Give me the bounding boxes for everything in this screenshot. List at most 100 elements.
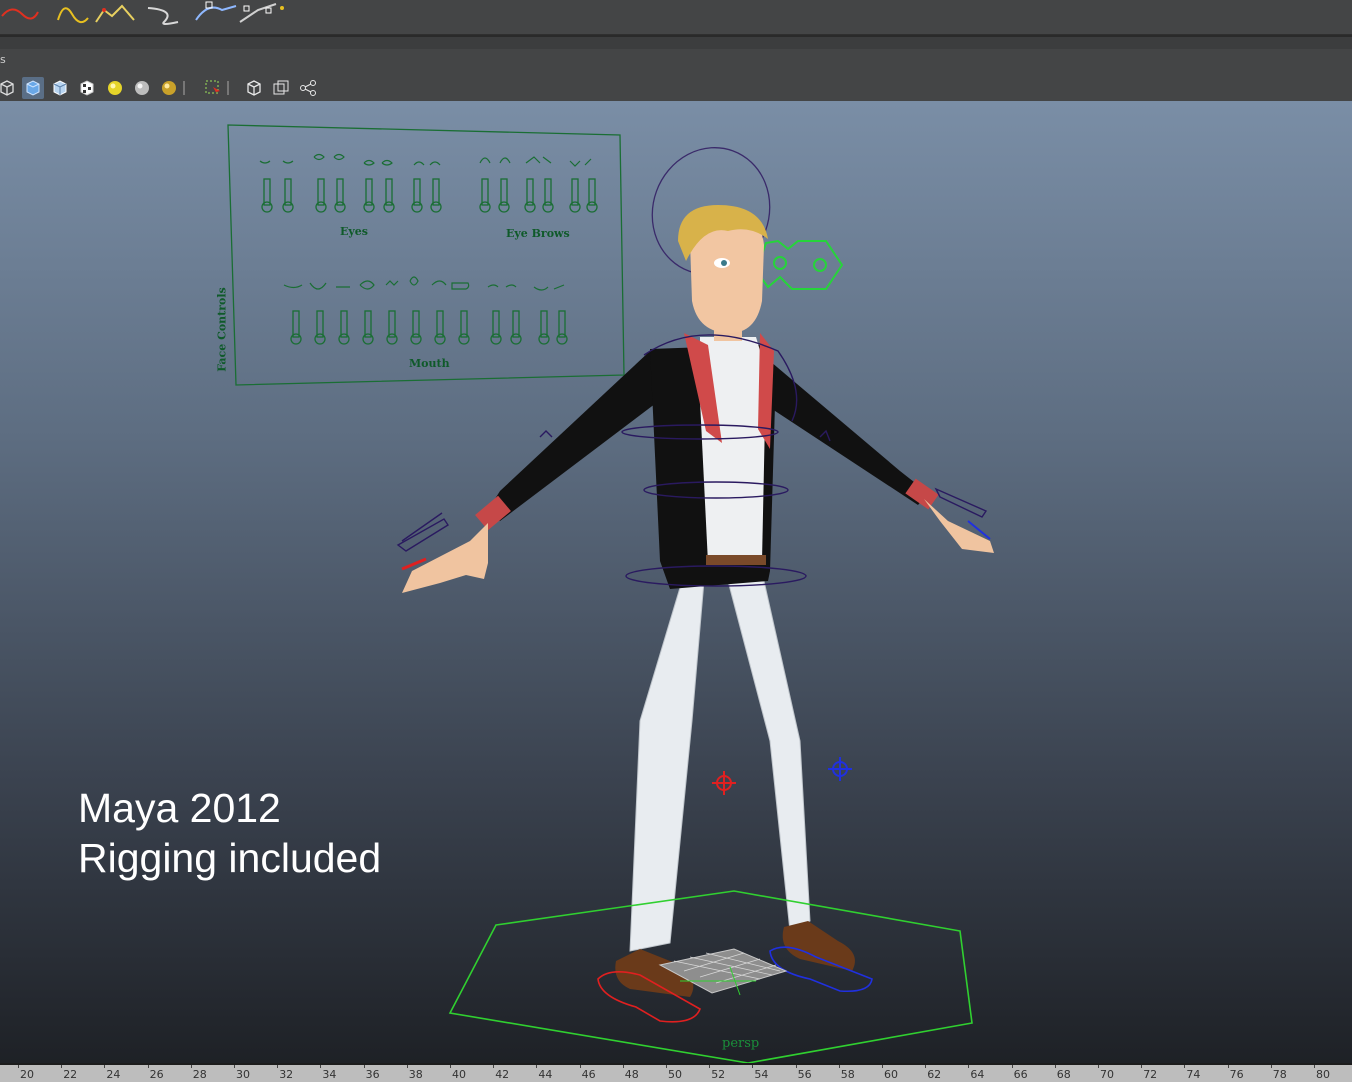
face-slider-handle[interactable] <box>315 201 327 213</box>
face-slider[interactable] <box>263 178 271 206</box>
default-light-icon[interactable] <box>131 77 153 99</box>
face-slider-handle[interactable] <box>430 201 442 213</box>
timeline-tick-label: 58 <box>840 1068 855 1081</box>
face-slider-handle[interactable] <box>338 333 350 345</box>
face-slider[interactable] <box>316 310 324 338</box>
face-slider[interactable] <box>526 178 534 206</box>
face-slider[interactable] <box>388 310 396 338</box>
face-slider-handle[interactable] <box>363 201 375 213</box>
face-slider-handle[interactable] <box>261 201 273 213</box>
bezier-curve-icon[interactable] <box>57 7 89 24</box>
face-slider[interactable] <box>481 178 489 206</box>
overlay-caption-line2: Rigging included <box>78 835 382 881</box>
face-slider-handle[interactable] <box>362 333 374 345</box>
face-slider-handle[interactable] <box>556 333 568 345</box>
timeline-tick-label: 20 <box>20 1068 34 1081</box>
xray-icon[interactable] <box>270 77 292 99</box>
face-slider[interactable] <box>413 178 421 206</box>
face-slider[interactable] <box>460 310 468 338</box>
eye-look-control[interactable] <box>754 239 844 290</box>
face-slider[interactable] <box>317 178 325 206</box>
face-slider[interactable] <box>544 178 552 206</box>
timeline-tick-mark <box>147 1065 149 1068</box>
timeline-tick-mark <box>320 1065 322 1068</box>
face-slider[interactable] <box>385 178 393 206</box>
timeline-tick-label: 24 <box>106 1068 121 1081</box>
textured-icon[interactable] <box>76 77 98 99</box>
timeline-tick-label: 46 <box>581 1068 596 1081</box>
timeline-tick-mark <box>1270 1065 1272 1068</box>
isolate-select-icon[interactable] <box>243 77 265 99</box>
arc-tool-icon[interactable] <box>147 7 179 25</box>
curve-edit-icon[interactable] <box>280 6 284 10</box>
timeline-tick-label: 38 <box>408 1068 423 1081</box>
pencil-curve-icon[interactable] <box>95 4 135 23</box>
toolbar-separator <box>180 77 188 99</box>
wireframe-shading-icon[interactable] <box>0 77 18 99</box>
face-slider-handle[interactable] <box>586 201 598 213</box>
face-slider[interactable] <box>571 178 579 206</box>
smooth-shading-icon[interactable] <box>22 77 44 99</box>
shadows-icon[interactable] <box>158 77 180 99</box>
face-slider-handle[interactable] <box>524 201 536 213</box>
perspective-viewport[interactable]: Eyes Eye Brows Mouth Face Controls Maya … <box>0 101 1352 1063</box>
face-slider-handle[interactable] <box>411 201 423 213</box>
face-slider-handle[interactable] <box>479 201 491 213</box>
face-slider-handle[interactable] <box>498 201 510 213</box>
timeline-tick-label: 72 <box>1143 1068 1158 1081</box>
face-slider-handle[interactable] <box>458 333 470 345</box>
circle-nurbs-icon[interactable] <box>195 1 237 21</box>
face-slider-handle[interactable] <box>334 201 346 213</box>
face-slider[interactable] <box>436 310 444 338</box>
ep-curve-tool-icon[interactable] <box>1 8 39 20</box>
timeline-tick-mark <box>104 1065 106 1068</box>
face-slider[interactable] <box>340 310 348 338</box>
timeline-tick-mark <box>536 1065 538 1068</box>
timeline-tick-label: 54 <box>754 1068 769 1081</box>
face-slider[interactable] <box>336 178 344 206</box>
face-controls-panel[interactable] <box>227 124 625 386</box>
face-slider[interactable] <box>500 178 508 206</box>
face-slider[interactable] <box>588 178 596 206</box>
timeline-tick-mark <box>61 1065 63 1068</box>
timeline-tick-mark <box>190 1065 192 1068</box>
time-slider[interactable]: 20 22 24 26 28 30 32 34 36 38 40 42 44 46 48 50 52 54 56 58… <box>0 1063 1352 1082</box>
face-slider-handle[interactable] <box>538 333 550 345</box>
face-slider[interactable] <box>365 178 373 206</box>
face-slider-handle[interactable] <box>510 333 522 345</box>
face-slider-handle[interactable] <box>569 201 581 213</box>
face-slider-handle[interactable] <box>282 201 294 213</box>
face-slider-handle[interactable] <box>410 333 422 345</box>
joints-xray-icon[interactable] <box>297 77 319 99</box>
timeline-tick-label: 66 <box>1013 1068 1028 1081</box>
timeline-tick-label: 36 <box>365 1068 380 1081</box>
face-slider-handle[interactable] <box>314 333 326 345</box>
face-slider-handle[interactable] <box>290 333 302 345</box>
timeline-tick-mark <box>277 1065 279 1068</box>
face-slider[interactable] <box>492 310 500 338</box>
left-knee-pole-control[interactable] <box>712 771 736 795</box>
face-slider[interactable] <box>432 178 440 206</box>
panel-menu-label[interactable]: s <box>0 53 6 66</box>
use-all-lights-icon[interactable] <box>104 77 126 99</box>
face-slider-handle[interactable] <box>490 333 502 345</box>
face-slider-handle[interactable] <box>542 201 554 213</box>
right-knee-pole-control[interactable] <box>828 757 852 781</box>
face-slider[interactable] <box>364 310 372 338</box>
face-slider[interactable] <box>558 310 566 338</box>
face-slider[interactable] <box>540 310 548 338</box>
select-camera-icon[interactable] <box>202 77 224 99</box>
face-slider[interactable] <box>284 178 292 206</box>
face-slider[interactable] <box>412 310 420 338</box>
timeline-tick-mark <box>18 1065 19 1068</box>
flat-shading-icon[interactable] <box>49 77 71 99</box>
face-slider[interactable] <box>292 310 300 338</box>
toolbar-separator <box>224 77 232 99</box>
square-nurbs-icon[interactable] <box>239 3 277 23</box>
face-slider[interactable] <box>512 310 520 338</box>
timeline-tick-mark <box>666 1065 667 1068</box>
face-slider-handle[interactable] <box>383 201 395 213</box>
character-mesh[interactable] <box>402 205 994 997</box>
face-slider-handle[interactable] <box>434 333 446 345</box>
face-slider-handle[interactable] <box>386 333 398 345</box>
